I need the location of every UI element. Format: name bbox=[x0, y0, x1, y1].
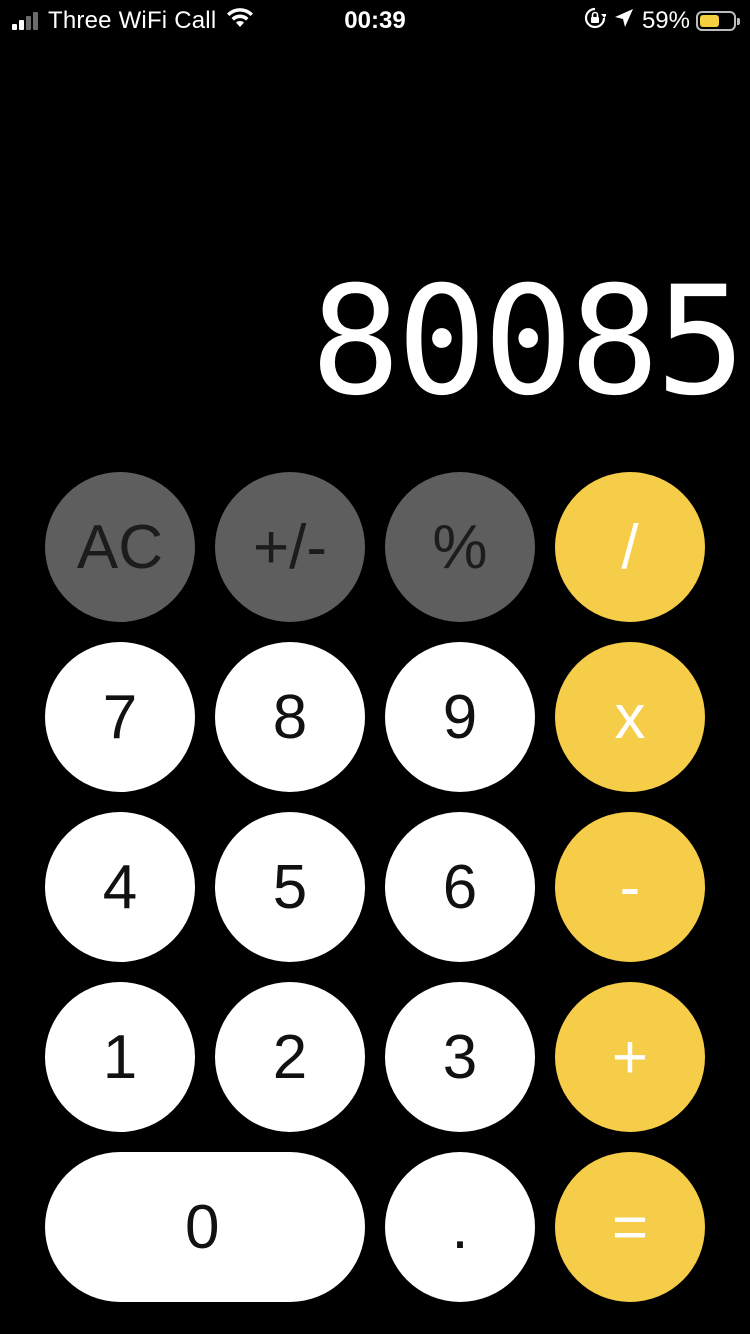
subtract-button[interactable]: - bbox=[555, 812, 705, 962]
orientation-lock-icon bbox=[584, 7, 607, 36]
divide-button[interactable]: / bbox=[555, 472, 705, 622]
toggle-sign-button[interactable]: +/- bbox=[215, 472, 365, 622]
result-display: 80085 bbox=[310, 255, 746, 429]
digit-9-button[interactable]: 9 bbox=[385, 642, 535, 792]
digit-7-button[interactable]: 7 bbox=[45, 642, 195, 792]
percent-button[interactable]: % bbox=[385, 472, 535, 622]
digit-4-button[interactable]: 4 bbox=[45, 812, 195, 962]
all-clear-button[interactable]: AC bbox=[45, 472, 195, 622]
battery-percentage: 59% bbox=[641, 7, 690, 34]
digit-5-button[interactable]: 5 bbox=[215, 812, 365, 962]
digit-8-button[interactable]: 8 bbox=[215, 642, 365, 792]
calculator-screen: Three WiFi Call 00:39 59% 80085 AC +/- %… bbox=[0, 0, 750, 1334]
digit-1-button[interactable]: 1 bbox=[45, 982, 195, 1132]
add-button[interactable]: + bbox=[555, 982, 705, 1132]
multiply-button[interactable]: x bbox=[555, 642, 705, 792]
digit-2-button[interactable]: 2 bbox=[215, 982, 365, 1132]
digit-3-button[interactable]: 3 bbox=[385, 982, 535, 1132]
digit-6-button[interactable]: 6 bbox=[385, 812, 535, 962]
status-right: 59% bbox=[576, 6, 740, 36]
battery-icon bbox=[696, 11, 740, 31]
decimal-button[interactable]: . bbox=[385, 1152, 535, 1302]
digit-0-button[interactable]: 0 bbox=[45, 1152, 365, 1302]
location-arrow-icon bbox=[614, 7, 634, 35]
status-bar: Three WiFi Call 00:39 59% bbox=[0, 0, 750, 42]
equals-button[interactable]: = bbox=[555, 1152, 705, 1302]
